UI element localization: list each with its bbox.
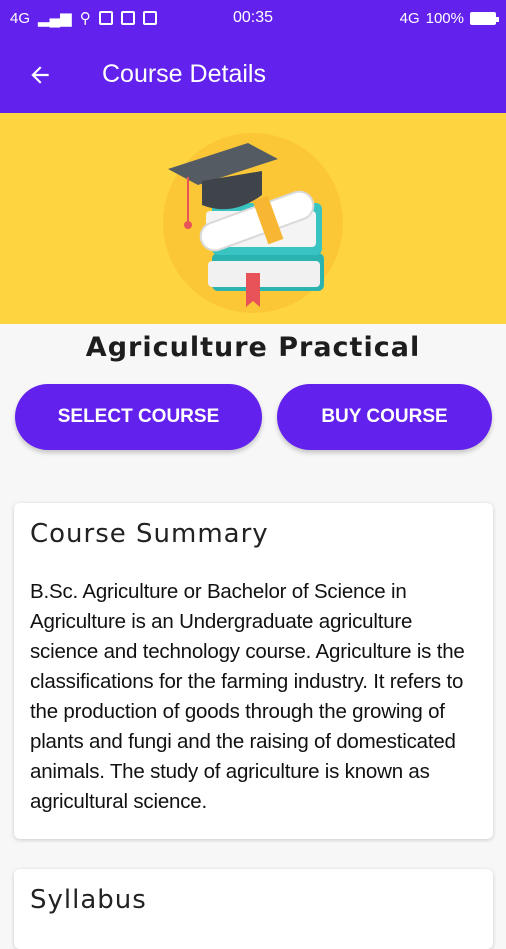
signal-icon: ▂▄▆: [38, 10, 72, 27]
check-icon: [142, 11, 157, 25]
app-bar: Course Details: [0, 36, 506, 113]
course-summary-card: Course Summary B.Sc. Agriculture or Bach…: [14, 503, 493, 839]
summary-text: B.Sc. Agriculture or Bachelor of Science…: [30, 580, 465, 813]
back-button[interactable]: [0, 36, 80, 113]
graduation-books-icon: [163, 133, 343, 313]
course-name: Agriculture Practical: [85, 332, 421, 363]
status-right: 4G 100%: [399, 9, 499, 27]
network-indicator-right: 4G: [399, 9, 420, 27]
arrow-left-icon: [31, 65, 49, 84]
syllabus-card[interactable]: Syllabus: [14, 869, 493, 949]
select-course-button[interactable]: SELECT COURSE: [15, 384, 262, 450]
status-bar: 4G ▂▄▆ ⚲ 00:35 4G 100%: [0, 0, 506, 36]
summary-heading: Course Summary: [30, 519, 269, 549]
syllabus-heading: Syllabus: [30, 885, 147, 915]
network-indicator: 4G: [10, 9, 31, 27]
notification-icon: [120, 11, 135, 25]
battery-percent: 100%: [425, 9, 464, 27]
status-left: 4G ▂▄▆ ⚲: [10, 9, 400, 27]
buy-course-button[interactable]: BUY COURSE: [277, 384, 492, 450]
usb-icon: ⚲: [79, 10, 91, 27]
battery-icon: [470, 11, 499, 25]
course-banner: [0, 113, 506, 324]
page-title: Course Details: [102, 60, 266, 88]
notification-icon: [98, 11, 113, 25]
